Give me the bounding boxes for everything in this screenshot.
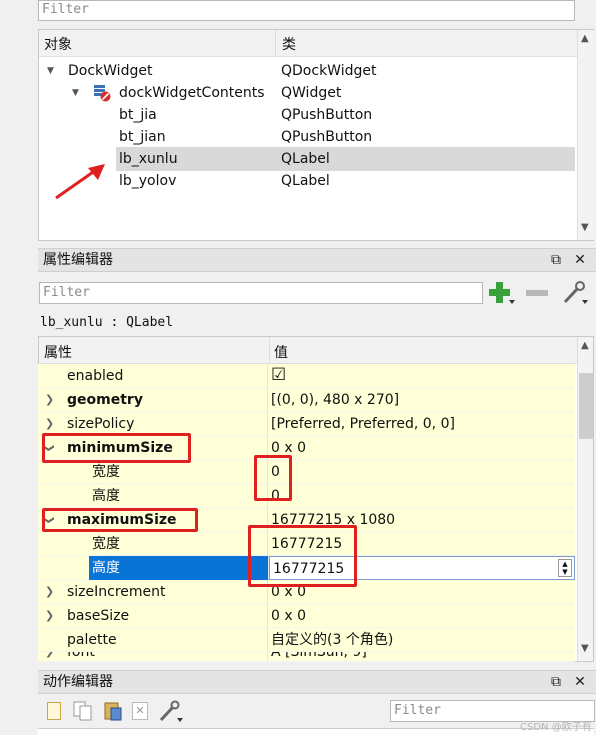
value-column-header[interactable]: 值 (274, 342, 288, 362)
float-dock-icon[interactable]: ⧉ (546, 249, 566, 273)
scroll-down-arrow-icon[interactable]: ▼ (581, 222, 589, 233)
property-row-min-width[interactable]: 宽度 0 (38, 460, 575, 484)
tree-row-lb-xunlu-selected[interactable]: lb_xunlu QLabel (116, 147, 575, 171)
tree-row-bt-jian[interactable]: bt_jian QPushButton (39, 125, 577, 149)
object-inspector-tree: 对象 类 ▼ DockWidget QDockWidget ▼ dockWidg… (38, 29, 594, 241)
action-editor-title: 动作编辑器 (43, 674, 113, 690)
current-object-label: lb_xunlu : QLabel (40, 315, 174, 330)
object-filter-input[interactable]: Filter (38, 0, 575, 21)
scroll-up-arrow-icon[interactable]: ▲ (581, 33, 589, 44)
object-name: DockWidget (68, 63, 153, 79)
red-arrow-annotation (55, 164, 105, 200)
property-value[interactable]: A [SimSun, 9] (269, 652, 575, 661)
tree-row-dockwidgetcontents[interactable]: ▼ dockWidgetContents QWidget (39, 81, 577, 105)
property-value[interactable]: 0 (269, 460, 575, 484)
property-editor-title: 属性编辑器 (43, 252, 113, 268)
property-name: 高度 (38, 484, 268, 508)
object-class: QLabel (281, 173, 330, 189)
scroll-thumb[interactable] (579, 373, 593, 439)
annotation-box-max-values (248, 525, 357, 587)
property-row-geometry[interactable]: ❯ geometry [(0, 0), 480 x 270] (38, 388, 575, 412)
close-icon[interactable]: ✕ (570, 249, 590, 273)
class-column-header[interactable]: 类 (282, 34, 296, 54)
property-value[interactable]: 0 x 0 (269, 604, 575, 628)
property-value[interactable]: 0 x 0 (269, 436, 575, 460)
property-name: 宽度 (38, 460, 268, 484)
property-row-font[interactable]: ❯ font A [SimSun, 9] (38, 652, 575, 662)
object-class: QWidget (281, 85, 342, 101)
property-name: 高度 (89, 556, 269, 580)
object-class: QPushButton (281, 129, 373, 145)
object-name: dockWidgetContents (119, 85, 265, 101)
object-name: lb_xunlu (119, 151, 178, 167)
scroll-down-arrow-icon[interactable]: ▼ (581, 643, 589, 654)
property-name: sizeIncrement (38, 580, 268, 604)
layout-broken-icon (93, 84, 111, 102)
action-editor-titlebar: 动作编辑器 ⧉ ✕ (38, 670, 596, 694)
object-name: lb_yolov (119, 173, 177, 189)
property-column-header[interactable]: 属性 (44, 342, 72, 362)
property-name: geometry (38, 388, 268, 412)
property-table-header: 属性 值 (39, 337, 577, 364)
property-name: font (38, 652, 268, 661)
scroll-up-arrow-icon[interactable]: ▲ (581, 340, 589, 351)
tree-row-lb-yolov[interactable]: lb_yolov QLabel (39, 169, 577, 193)
annotation-box-min-values (254, 455, 292, 501)
property-filter-input[interactable]: Filter (39, 282, 483, 304)
property-value[interactable]: [(0, 0), 480 x 270] (269, 388, 575, 412)
new-action-icon[interactable] (47, 702, 61, 720)
object-class: QLabel (281, 151, 330, 167)
object-class: QDockWidget (281, 63, 377, 79)
configure-wrench-icon[interactable] (158, 700, 184, 724)
property-name: enabled (38, 364, 268, 388)
float-dock-icon[interactable]: ⧉ (546, 671, 566, 695)
property-row-enabled[interactable]: enabled ☑ (38, 364, 575, 388)
object-name: bt_jian (119, 129, 166, 145)
property-editor-titlebar: 属性编辑器 ⧉ ✕ (38, 248, 596, 272)
property-value[interactable]: [Preferred, Preferred, 0, 0] (269, 412, 575, 436)
close-icon[interactable]: ✕ (570, 671, 590, 695)
object-class: QPushButton (281, 107, 373, 123)
remove-property-icon[interactable] (526, 290, 548, 296)
property-row-basesize[interactable]: ❯ baseSize 0 x 0 (38, 604, 575, 628)
add-dynamic-property-icon[interactable] (488, 280, 516, 306)
object-tree-scrollbar[interactable]: ▲ ▼ (577, 30, 594, 240)
paste-action-icon[interactable] (102, 700, 124, 722)
property-name: palette (38, 628, 268, 652)
annotation-box-minimumsize (42, 433, 191, 463)
spin-arrows-icon[interactable]: ▲ ▼ (558, 559, 572, 577)
action-list-area (38, 728, 594, 735)
property-value[interactable]: 自定义的(3 个角色) (269, 628, 575, 652)
wrench-icon[interactable] (561, 280, 589, 306)
object-column-header[interactable]: 对象 (44, 34, 72, 54)
property-row-palette[interactable]: palette 自定义的(3 个角色) (38, 628, 575, 652)
delete-action-icon[interactable]: ✕ (132, 702, 148, 720)
property-name: 宽度 (38, 532, 268, 556)
object-name: bt_jia (119, 107, 157, 123)
expand-arrow-icon[interactable]: ▼ (47, 59, 54, 83)
property-row-min-height[interactable]: 高度 0 (38, 484, 575, 508)
copy-action-icon[interactable] (72, 700, 94, 722)
property-value[interactable]: 0 (269, 484, 575, 508)
property-table-scrollbar[interactable]: ▲ ▼ (577, 337, 593, 661)
tree-row-bt-jia[interactable]: bt_jia QPushButton (39, 103, 577, 127)
annotation-box-maximumsize (42, 508, 198, 532)
property-name: baseSize (38, 604, 268, 628)
expand-arrow-icon[interactable]: ▼ (72, 81, 79, 105)
enabled-checkbox[interactable]: ☑ (269, 364, 575, 388)
watermark: CSDN @欧子有 (520, 722, 592, 733)
tree-row-dockwidget[interactable]: ▼ DockWidget QDockWidget (39, 59, 577, 83)
object-tree-header: 对象 类 (39, 30, 577, 57)
